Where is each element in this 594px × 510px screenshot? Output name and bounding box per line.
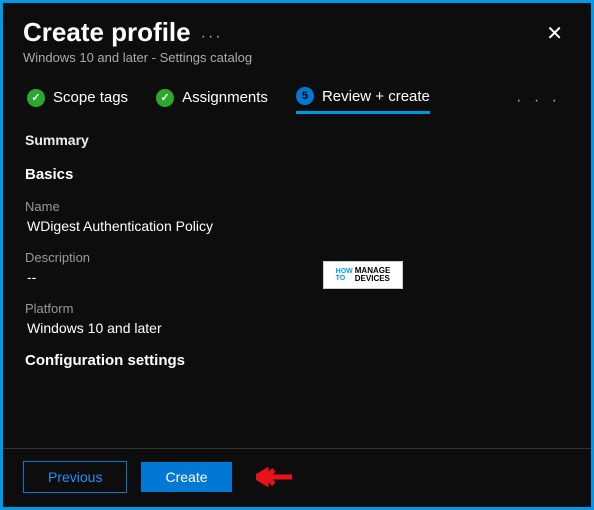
step-number-badge: 5 [296,87,314,105]
panel-header: Create profile ··· Windows 10 and later … [23,17,571,65]
platform-value: Windows 10 and later [27,320,571,336]
arrow-left-icon [256,467,292,487]
content-area: Summary Basics Name WDigest Authenticati… [23,132,571,369]
footer-bar: Previous Create [3,448,591,507]
description-label: Description [25,250,571,265]
title-row: Create profile ··· [23,17,252,48]
name-label: Name [25,199,571,214]
page-title: Create profile [23,17,191,48]
watermark-howto: HOW TO [336,268,353,282]
title-group: Create profile ··· Windows 10 and later … [23,17,252,65]
title-more-icon[interactable]: ··· [201,20,223,46]
tab-review-create[interactable]: 5 Review + create [296,87,430,114]
check-icon: ✓ [156,89,174,107]
check-icon: ✓ [27,89,45,107]
basics-heading: Basics [25,166,571,183]
tab-assignments[interactable]: ✓ Assignments [156,89,268,113]
watermark-logo: HOW TO MANAGE DEVICES [323,261,403,289]
config-settings-heading: Configuration settings [25,352,571,369]
description-value: -- [27,269,571,285]
previous-button[interactable]: Previous [23,461,127,493]
platform-label: Platform [25,301,571,316]
watermark-text: MANAGE DEVICES [355,267,391,283]
name-value: WDigest Authentication Policy [27,218,571,234]
tabs-more-icon[interactable]: · · · [516,92,561,110]
tab-label: Scope tags [53,89,128,106]
tab-label: Assignments [182,89,268,106]
tab-label: Review + create [322,88,430,105]
summary-heading: Summary [25,132,571,148]
create-profile-panel: Create profile ··· Windows 10 and later … [0,0,594,510]
page-subtitle: Windows 10 and later - Settings catalog [23,50,252,65]
wizard-tabs: ✓ Scope tags ✓ Assignments 5 Review + cr… [23,87,571,114]
create-button[interactable]: Create [141,462,231,492]
close-icon[interactable]: ✕ [538,17,571,50]
tab-scope-tags[interactable]: ✓ Scope tags [27,89,128,113]
